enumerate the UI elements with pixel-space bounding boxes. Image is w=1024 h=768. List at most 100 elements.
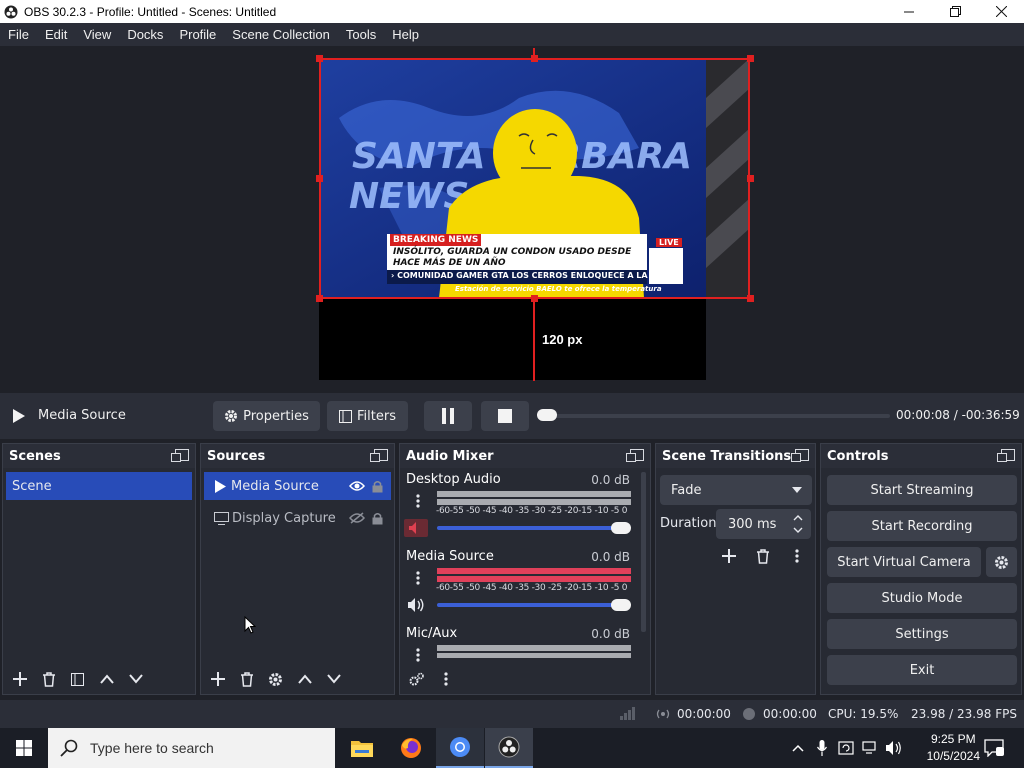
- kebab-menu-icon[interactable]: [416, 494, 420, 508]
- firefox-button[interactable]: [387, 728, 435, 768]
- volume-slider[interactable]: [437, 603, 617, 607]
- start-button[interactable]: [0, 728, 48, 768]
- undock-icon[interactable]: [791, 449, 809, 462]
- scene-filters-button[interactable]: [63, 665, 92, 693]
- move-scene-up-button[interactable]: [92, 665, 121, 693]
- trash-icon: [42, 671, 55, 687]
- virtual-camera-settings-button[interactable]: [986, 547, 1017, 577]
- seek-bar[interactable]: [540, 414, 890, 418]
- minimize-button[interactable]: [886, 0, 932, 23]
- record-time: 00:00:00: [763, 707, 817, 721]
- media-controls-bar: Media Source Properties Filters 00:00:08…: [0, 393, 1024, 439]
- move-source-down-button[interactable]: [319, 665, 348, 693]
- properties-button[interactable]: Properties: [213, 401, 320, 431]
- pause-button[interactable]: [424, 401, 472, 431]
- menu-profile[interactable]: Profile: [171, 27, 224, 42]
- kebab-menu-icon[interactable]: [416, 571, 420, 585]
- start-streaming-button[interactable]: Start Streaming: [827, 475, 1017, 505]
- preview-area[interactable]: SANTA BARBARA NEWS BREAKING NEWS INSÓLIT…: [0, 46, 1024, 390]
- file-explorer-button[interactable]: [338, 728, 386, 768]
- resize-handle-right[interactable]: [747, 175, 754, 182]
- notifications-icon[interactable]: [984, 739, 1004, 757]
- update-icon[interactable]: [838, 741, 854, 755]
- start-virtual-camera-button[interactable]: Start Virtual Camera: [827, 547, 981, 577]
- source-item-display-capture[interactable]: Display Capture: [204, 504, 391, 532]
- studio-mode-button[interactable]: Studio Mode: [827, 583, 1017, 613]
- eye-hidden-icon[interactable]: [349, 512, 365, 524]
- filter-icon: [71, 672, 84, 686]
- scene-item-label: Scene: [12, 478, 52, 494]
- remove-source-button[interactable]: [232, 665, 261, 693]
- source-item-media-source[interactable]: Media Source: [204, 472, 391, 500]
- menu-edit[interactable]: Edit: [37, 27, 75, 42]
- restore-icon: [949, 6, 961, 17]
- filters-button[interactable]: Filters: [327, 401, 408, 431]
- close-button[interactable]: [978, 0, 1024, 23]
- menu-file[interactable]: File: [0, 27, 37, 42]
- menu-view[interactable]: View: [75, 27, 119, 42]
- taskbar-clock[interactable]: 9:25 PM 10/5/2024: [927, 731, 980, 765]
- menu-docks[interactable]: Docks: [119, 27, 171, 42]
- scene-item[interactable]: Scene: [6, 472, 192, 500]
- lock-icon[interactable]: [372, 480, 383, 493]
- channel-db: 0.0 dB: [591, 550, 630, 564]
- undock-icon[interactable]: [626, 449, 644, 462]
- chrome-button[interactable]: [436, 728, 484, 768]
- menu-help[interactable]: Help: [384, 27, 427, 42]
- source-properties-button[interactable]: [261, 665, 290, 693]
- chevron-up-icon[interactable]: [792, 744, 804, 752]
- volume-icon[interactable]: [886, 741, 902, 755]
- eye-icon[interactable]: [349, 480, 365, 492]
- transition-menu-button[interactable]: [782, 542, 811, 570]
- remove-scene-button[interactable]: [34, 665, 63, 693]
- menu-tools[interactable]: Tools: [338, 27, 384, 42]
- level-meter-right: [437, 499, 631, 505]
- speaker-icon[interactable]: [408, 598, 426, 612]
- resize-handle-top-left[interactable]: [316, 55, 323, 62]
- lock-icon[interactable]: [372, 512, 383, 525]
- resize-handle-top-right[interactable]: [747, 55, 754, 62]
- media-source-frame[interactable]: SANTA BARBARA NEWS BREAKING NEWS INSÓLIT…: [319, 58, 750, 299]
- mute-button[interactable]: [404, 519, 428, 537]
- start-recording-button[interactable]: Start Recording: [827, 511, 1017, 541]
- search-icon: [60, 739, 78, 757]
- microphone-icon[interactable]: [817, 740, 827, 756]
- exit-button[interactable]: Exit: [827, 655, 1017, 685]
- restore-button[interactable]: [932, 0, 978, 23]
- obs-taskbar-button[interactable]: [485, 728, 533, 768]
- volume-handle[interactable]: [611, 522, 631, 534]
- stop-button[interactable]: [481, 401, 529, 431]
- taskbar-search[interactable]: Type here to search: [48, 728, 335, 768]
- undock-icon[interactable]: [997, 449, 1015, 462]
- undock-icon[interactable]: [171, 449, 189, 462]
- resize-handle-bottom-left[interactable]: [316, 295, 323, 302]
- resize-handle-left[interactable]: [316, 175, 323, 182]
- mixer-scrollbar[interactable]: [641, 472, 646, 632]
- duration-spinbox[interactable]: 300 ms: [716, 509, 811, 539]
- move-source-up-button[interactable]: [290, 665, 319, 693]
- move-scene-down-button[interactable]: [121, 665, 150, 693]
- source-item-label: Media Source: [231, 478, 319, 494]
- add-source-button[interactable]: [203, 665, 232, 693]
- kebab-menu-icon[interactable]: [416, 648, 420, 662]
- transition-select[interactable]: Fade: [660, 475, 812, 505]
- spin-arrows-icon[interactable]: [793, 513, 803, 535]
- volume-slider[interactable]: [437, 526, 617, 530]
- network-icon[interactable]: [862, 741, 878, 755]
- properties-label: Properties: [243, 408, 309, 424]
- meter-scale: -60-55 -50 -45 -40 -35 -30 -25 -20-15 -1…: [436, 583, 628, 593]
- mixer-menu-button[interactable]: [431, 665, 460, 693]
- seek-handle[interactable]: [537, 409, 557, 421]
- menu-scene-collection[interactable]: Scene Collection: [224, 27, 338, 42]
- volume-handle[interactable]: [611, 599, 631, 611]
- add-transition-button[interactable]: [714, 542, 743, 570]
- settings-button[interactable]: Settings: [827, 619, 1017, 649]
- mixer-settings-button[interactable]: [402, 665, 431, 693]
- resize-handle-bottom-right[interactable]: [747, 295, 754, 302]
- undock-icon[interactable]: [370, 449, 388, 462]
- transition-selected: Fade: [671, 482, 702, 498]
- obs-logo-icon: [4, 5, 18, 18]
- add-scene-button[interactable]: [5, 665, 34, 693]
- resize-handle-top[interactable]: [531, 55, 538, 62]
- remove-transition-button[interactable]: [748, 542, 777, 570]
